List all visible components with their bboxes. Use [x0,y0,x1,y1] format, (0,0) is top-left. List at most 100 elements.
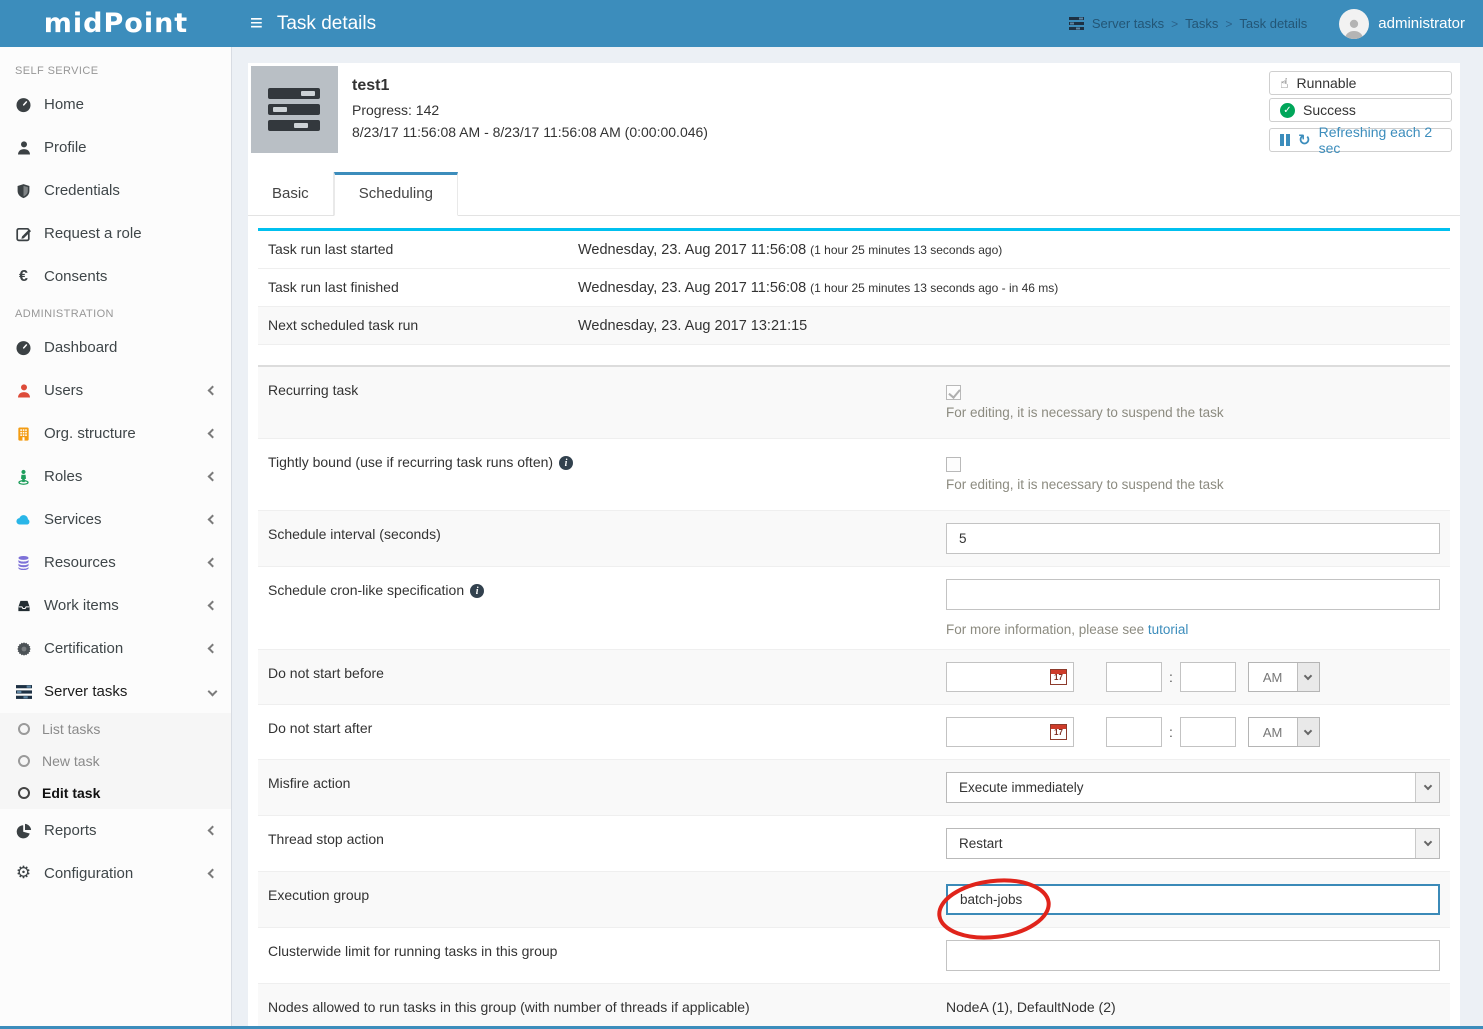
date-after-input[interactable] [946,717,1074,747]
sidebar-item-roles[interactable]: Roles [0,455,231,498]
chevron-left-icon [208,386,218,396]
breadcrumb-item-tasks[interactable]: Tasks [1185,16,1218,31]
breadcrumb-item-server-tasks[interactable]: Server tasks [1092,16,1164,31]
task-progress: Progress: 142 [352,102,708,118]
field-label: Execution group [268,884,946,915]
calendar-icon[interactable] [1050,724,1067,740]
sidebar-item-services[interactable]: Services [0,498,231,541]
chevron-down-icon [1304,671,1312,679]
info-label: Next scheduled task run [268,317,578,333]
sidebar-item-request-a-role[interactable]: Request a role [0,212,231,255]
sidebar-item-label: Services [44,511,197,528]
info-icon[interactable] [470,584,484,598]
sidebar-item-dashboard[interactable]: Dashboard [0,326,231,369]
task-name: test1 [352,77,708,95]
info-label: Task run last started [268,241,578,257]
form-row-schedule-interval: Schedule interval (seconds) [258,511,1450,567]
sidebar-item-profile[interactable]: Profile [0,126,231,169]
sidebar-item-label: Roles [44,468,197,485]
misfire-action-select[interactable]: Execute immediately [946,772,1440,803]
sidebar-item-users[interactable]: Users [0,369,231,412]
calendar-icon[interactable] [1050,669,1067,685]
tutorial-link[interactable]: tutorial [1148,622,1189,637]
tab-basic[interactable]: Basic [248,172,334,215]
execution-group-input[interactable] [946,884,1440,915]
success-status-button[interactable]: ✓ Success [1269,98,1452,122]
select-arrow-box [1415,829,1439,858]
sidebar-item-label: Certification [44,640,197,657]
form-row-nodes-allowed: Nodes allowed to run tasks in this group… [258,984,1450,1028]
seal-icon [15,640,32,657]
ampm-before-select[interactable]: AM [1248,662,1320,692]
refresh-toggle-button[interactable]: ↻ Refreshing each 2 sec [1269,128,1452,152]
sidebar-item-label: New task [42,753,100,769]
hours-after-input[interactable] [1106,717,1162,747]
sidebar-item-home[interactable]: Home [0,83,231,126]
ampm-after-select[interactable]: AM [1248,717,1320,747]
user-icon [15,139,32,156]
task-bars-icon [15,683,32,700]
brand-logo[interactable]: midPoint [0,0,232,47]
cron-specification-input[interactable] [946,579,1440,610]
gauge-icon [15,339,32,356]
minutes-after-input[interactable] [1180,717,1236,747]
chevron-down-icon [1304,726,1312,734]
tab-scheduling[interactable]: Scheduling [334,172,458,216]
sidebar-item-label: Consents [44,268,216,285]
schedule-info-box: Task run last started Wednesday, 23. Aug… [258,228,1450,345]
sidebar-item-list-tasks[interactable]: List tasks [0,713,231,745]
hours-before-input[interactable] [1106,662,1162,692]
sidebar-item-new-task[interactable]: New task [0,745,231,777]
minutes-before-input[interactable] [1180,662,1236,692]
table-row: Next scheduled task run Wednesday, 23. A… [258,307,1450,345]
form-row-recurring-task: Recurring task For editing, it is necess… [258,367,1450,439]
sidebar-item-configuration[interactable]: ⚙ Configuration [0,852,231,895]
form-row-tightly-bound: Tightly bound (use if recurring task run… [258,439,1450,511]
inbox-icon [15,597,32,614]
sidebar-item-server-tasks[interactable]: Server tasks [0,670,231,713]
circle-icon [18,723,30,735]
sidebar-item-edit-task[interactable]: Edit task [0,777,231,809]
sidebar-item-label: Resources [44,554,197,571]
sidebar-item-credentials[interactable]: Credentials [0,169,231,212]
status-column: ☝ Runnable ✓ Success ↻ Refreshing each 2… [1269,71,1452,155]
info-icon[interactable] [559,456,573,470]
sidebar-item-label: Configuration [44,865,197,882]
sidebar-item-reports[interactable]: Reports [0,809,231,852]
chevron-down-icon [208,687,218,697]
ampm-value: AM [1263,670,1283,685]
sidebar-item-label: Home [44,96,216,113]
sidebar-item-consents[interactable]: € Consents [0,255,231,298]
breadcrumb-separator: > [1225,17,1232,31]
recurring-task-checkbox[interactable] [946,385,961,400]
thread-stop-action-value: Restart [959,836,1003,851]
misfire-action-value: Execute immediately [959,780,1084,795]
sidebar-item-certification[interactable]: Certification [0,627,231,670]
schedule-interval-input[interactable] [946,523,1440,554]
sidebar-item-work-items[interactable]: Work items [0,584,231,627]
user-menu[interactable]: administrator [1339,9,1465,39]
thread-stop-action-select[interactable]: Restart [946,828,1440,859]
field-label: Do not start after [268,717,946,747]
sidebar-item-resources[interactable]: Resources [0,541,231,584]
form-row-do-not-start-after: Do not start after : AM [258,705,1450,760]
clusterwide-limit-input[interactable] [946,940,1440,971]
ampm-value: AM [1263,725,1283,740]
date-before-input[interactable] [946,662,1074,692]
hamburger-menu-icon[interactable]: ≡ [250,12,263,34]
task-details-panel: test1 Progress: 142 8/23/17 11:56:08 AM … [248,63,1460,1029]
breadcrumb: Server tasks > Tasks > Task details [1068,15,1307,32]
tightly-bound-checkbox[interactable] [946,457,961,472]
circle-icon [18,755,30,767]
field-label: Nodes allowed to run tasks in this group… [268,996,946,1015]
sidebar-item-org-structure[interactable]: Org. structure [0,412,231,455]
sidebar-item-label: Request a role [44,225,216,242]
runnable-status-button[interactable]: ☝ Runnable [1269,71,1452,95]
sidebar-item-label: Credentials [44,182,216,199]
form-row-execution-group: Execution group [258,872,1450,928]
info-note: (1 hour 25 minutes 13 seconds ago - in 4… [810,281,1058,295]
server-tasks-submenu: List tasks New task Edit task [0,713,231,809]
field-label: Do not start before [268,662,946,692]
pause-icon [1280,134,1290,146]
chevron-left-icon [208,869,218,879]
